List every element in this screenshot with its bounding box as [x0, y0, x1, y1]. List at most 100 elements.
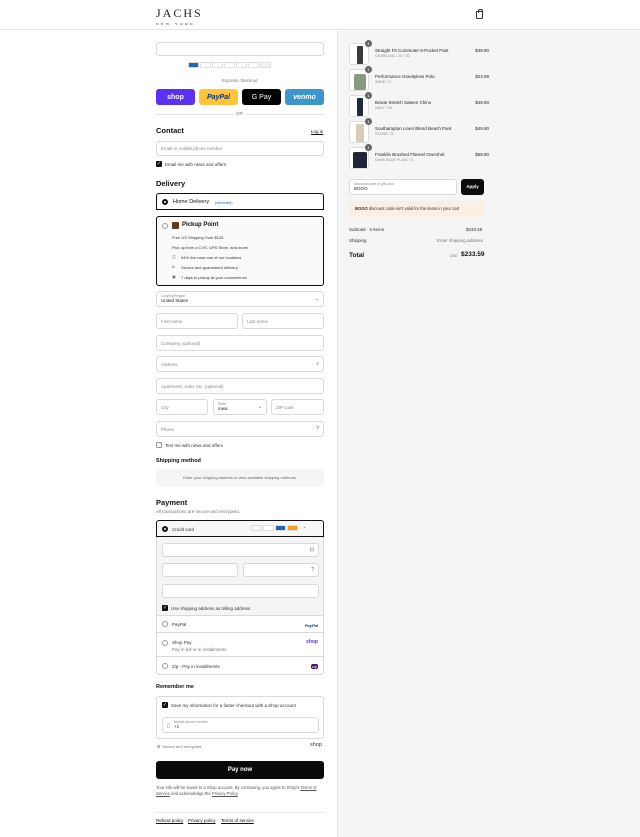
- address-field[interactable]: Address ⌕: [156, 356, 324, 372]
- name-on-card-field[interactable]: [162, 584, 319, 598]
- shopping-bag-icon[interactable]: [476, 9, 483, 19]
- home-delivery-option[interactable]: Home Delivery (selected): [156, 193, 324, 210]
- zip-radio[interactable]: [162, 663, 168, 669]
- save-info-checkbox[interactable]: ✓: [162, 702, 168, 708]
- quantity-badge: 1: [365, 92, 372, 99]
- pickup-radio[interactable]: [162, 223, 168, 229]
- diners-icon: [248, 62, 259, 68]
- privacy-policy-link[interactable]: Privacy policy: [188, 818, 216, 823]
- card-number-field[interactable]: ⊡: [162, 543, 319, 557]
- login-link[interactable]: Log in: [311, 129, 323, 134]
- product-name: Bowie Stretch Sateen Chino: [375, 100, 432, 105]
- terms-of-service-link[interactable]: Terms of service: [221, 818, 254, 823]
- paypal-radio[interactable]: [162, 621, 168, 627]
- cvv-field[interactable]: ?: [243, 563, 319, 577]
- country-value: United States: [161, 298, 189, 303]
- text-label: Text me with news and offers: [165, 443, 223, 448]
- total-label: Total: [349, 252, 365, 259]
- express-top-field[interactable]: [156, 42, 324, 56]
- pickup-label: Pickup Point: [182, 222, 219, 228]
- home-delivery-selected: (selected): [215, 200, 233, 205]
- apply-button[interactable]: Apply: [461, 179, 484, 195]
- privacy-link[interactable]: Privacy Policy: [212, 791, 238, 796]
- apple-pay-icon: [200, 62, 211, 68]
- news-checkbox[interactable]: ✓: [156, 161, 162, 167]
- google-pay-button[interactable]: G Pay: [242, 89, 281, 105]
- save-info-label: Save my information for a faster checkou…: [171, 703, 296, 708]
- logo-main: JACHS: [156, 6, 203, 20]
- pickup-point-option[interactable]: Pickup Point Free US Shipping Over $125 …: [156, 216, 324, 286]
- phone-placeholder: Phone: [161, 426, 175, 432]
- subtotal-value: $233.59: [466, 227, 483, 232]
- shop-pay-option[interactable]: Shop Pay Pay in full or in installments …: [156, 633, 324, 657]
- product-name: Straight Fit Commuter 5-Pocket Pant: [375, 48, 449, 53]
- discover-icon: [287, 525, 298, 531]
- billing-checkbox[interactable]: ✓: [162, 605, 168, 611]
- amazon-pay-icon: [236, 62, 247, 68]
- store-logo[interactable]: JACHS NEW YORK: [156, 6, 203, 26]
- visa-icon: [251, 525, 262, 531]
- phone-field[interactable]: Phone ?: [156, 421, 324, 437]
- discount-field[interactable]: Discount code or gift card BOGO: [349, 179, 457, 195]
- billing-label: Use shipping address as billing address: [171, 606, 251, 611]
- product-name: Southampton Linen Blend Beach Pant: [375, 126, 452, 131]
- shop-pay-button[interactable]: shop: [156, 89, 195, 105]
- help-icon[interactable]: ?: [311, 567, 314, 573]
- refund-policy-link[interactable]: Refund policy: [156, 818, 183, 823]
- card-brand-icons: +: [251, 525, 311, 531]
- pickup-benefit-3: 7 days to pickup at your convenience: [181, 275, 247, 280]
- city-field[interactable]: City: [156, 399, 208, 415]
- chevron-down-icon: ⌄: [314, 296, 319, 302]
- quantity-badge: 1: [365, 118, 372, 125]
- help-icon[interactable]: ?: [316, 426, 319, 432]
- home-delivery-radio[interactable]: [162, 199, 168, 205]
- product-variant: CHARCOAL / 30 / 30: [375, 54, 410, 58]
- last-name-field[interactable]: Last name: [242, 313, 324, 329]
- legal-period: .: [237, 791, 239, 796]
- shop-pay-radio[interactable]: [162, 640, 168, 646]
- quantity-badge: 1: [365, 144, 372, 151]
- divider-left: [156, 114, 234, 115]
- delivery-heading: Delivery: [156, 179, 186, 188]
- discount-error-code: BOGO: [355, 206, 368, 211]
- text-checkbox[interactable]: [156, 442, 162, 448]
- credit-card-radio[interactable]: [162, 526, 168, 532]
- expiry-field[interactable]: [162, 563, 238, 577]
- apartment-field[interactable]: Apartment, suite, etc. (optional): [156, 378, 324, 394]
- paypal-logo: PayPal: [304, 623, 318, 628]
- product-variant: STONE / S: [375, 132, 394, 136]
- shop-pay-label: Shop Pay: [172, 640, 192, 645]
- subtotal-label: Subtotal · 5 items: [349, 227, 385, 232]
- amex-icon: [188, 62, 199, 68]
- amex-icon: [275, 525, 286, 531]
- shipping-label: Shipping: [349, 238, 367, 243]
- state-select[interactable]: State Iowa ⌄: [213, 399, 267, 415]
- email-field[interactable]: Email or mobile phone number: [156, 141, 324, 156]
- paypal-icon: [224, 62, 235, 68]
- phone-icon: ▯: [167, 723, 170, 729]
- country-select[interactable]: Country/Region United States ⌄: [156, 291, 324, 307]
- shield-icon: 🛡: [156, 744, 162, 749]
- paypal-option[interactable]: PayPal PayPal: [156, 616, 324, 633]
- home-delivery-label: Home Delivery: [173, 199, 210, 205]
- pickup-benefit-2: Secure and guaranteed delivery: [181, 265, 238, 270]
- first-name-field[interactable]: First name: [156, 313, 238, 329]
- visa-icon: [212, 62, 223, 68]
- product-price: $59.90: [475, 152, 489, 157]
- remember-heading: Remember me: [156, 684, 194, 690]
- venmo-button[interactable]: venmo: [285, 89, 324, 105]
- paypal-button[interactable]: PayPal: [199, 89, 238, 105]
- mobile-phone-field[interactable]: ▯ Mobile phone number +1: [162, 717, 319, 733]
- quantity-badge: 1: [365, 40, 372, 47]
- pay-now-button[interactable]: Pay now: [156, 761, 324, 779]
- discount-error-text: discount code isn't valid for the items …: [368, 206, 460, 211]
- shipping-note: Enter your shipping address to view avai…: [156, 469, 324, 487]
- product-variant: SAGE / S: [375, 80, 391, 84]
- zip-option[interactable]: Zip - Pay in installments zip: [156, 657, 324, 675]
- company-field[interactable]: Company (optional): [156, 335, 324, 351]
- contact-heading: Contact: [156, 126, 184, 135]
- credit-card-option[interactable]: Credit card +: [156, 520, 324, 537]
- payment-subtitle: All transactions are secure and encrypte…: [156, 509, 241, 514]
- product-variant: NAVY / 29: [375, 106, 392, 110]
- zip-field[interactable]: ZIP code: [271, 399, 324, 415]
